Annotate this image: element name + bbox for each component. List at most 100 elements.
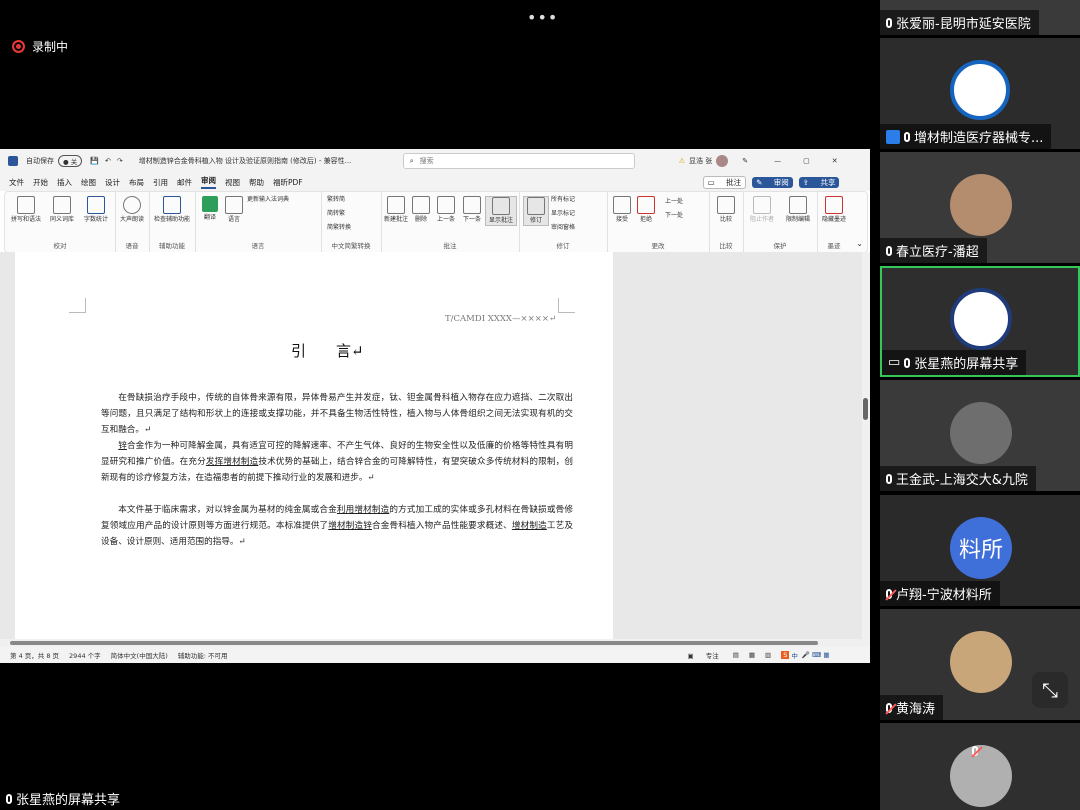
participant-tile[interactable]: 增材制造医疗器械专... — [880, 38, 1080, 149]
restrict-editing-button[interactable]: 限制编辑 — [781, 196, 815, 224]
show-markup-button[interactable]: 显示标记 — [551, 210, 575, 218]
minimize-icon[interactable]: — — [774, 157, 781, 165]
check-accessibility-button[interactable]: 检查辅助功能 — [151, 196, 193, 224]
next-comment-button[interactable]: 下一条 — [459, 196, 485, 224]
page-corner-mark-left — [69, 298, 86, 313]
menu-references[interactable]: 引用 — [153, 177, 168, 188]
language-button[interactable]: 语言 — [223, 196, 245, 224]
trad-to-simp-button[interactable]: 繁转简 — [327, 196, 345, 204]
ime-icon[interactable]: S — [781, 651, 790, 659]
ime-keyboard-icon[interactable]: ⌨ — [812, 651, 821, 659]
participant-tile[interactable] — [880, 723, 1080, 810]
menu-view[interactable]: 视图 — [225, 177, 240, 188]
spelling-grammar-button[interactable]: 拼写和语法 — [9, 196, 43, 224]
comments-button[interactable]: ▭ 批注 — [702, 175, 747, 189]
share-button[interactable]: ⇪ 共享 — [798, 176, 840, 188]
close-icon[interactable]: ✕ — [832, 157, 838, 165]
page-count[interactable]: 第 4 页，共 8 页 — [10, 650, 59, 660]
word-count-button[interactable]: 字数统计 — [81, 196, 111, 224]
show-comments-button[interactable]: 显示批注 — [485, 196, 517, 226]
document-area: T/CAMDI XXXX—××××↵ 引 言↵ 在骨缺损治疗手段中，传统的自体骨… — [0, 252, 862, 639]
menu-home[interactable]: 开始 — [33, 177, 48, 188]
menu-file[interactable]: 文件 — [9, 177, 24, 188]
ime-chinese-icon[interactable]: 中 — [791, 650, 798, 660]
track-changes-button[interactable]: 修订 — [523, 196, 549, 226]
previous-change-button[interactable]: 上一处 — [665, 198, 683, 206]
expand-icon[interactable]: ⤡ — [1032, 672, 1068, 708]
menu-mailings[interactable]: 邮件 — [177, 177, 192, 188]
block-authors-button[interactable]: 阻止作者 — [745, 196, 779, 224]
previous-comment-button[interactable]: 上一条 — [433, 196, 459, 224]
menu-draw[interactable]: 绘图 — [81, 177, 96, 188]
reject-button[interactable]: 拒绝 — [635, 196, 657, 224]
review-mode-button[interactable]: ✎ 审阅 — [752, 176, 793, 188]
doc-title: 增材制造锌合金骨科植入物 设计及验证原则指南 (修改后) - 兼容性... — [138, 157, 352, 165]
horizontal-scroll-thumb[interactable] — [10, 641, 818, 645]
delete-comment-button[interactable]: 删除 — [409, 196, 433, 224]
page-corner-mark-right — [558, 298, 575, 313]
microphone-muted-icon — [972, 741, 978, 760]
simp-to-trad-button[interactable]: 简转繁 — [327, 210, 345, 218]
menu-foxit-pdf[interactable]: 福昕PDF — [273, 177, 303, 188]
next-change-button[interactable]: 下一处 — [665, 212, 683, 220]
participant-tile[interactable]: 王金武-上海交大&九院 — [880, 380, 1080, 491]
simp-trad-convert-button[interactable]: 简繁转换 — [327, 224, 351, 232]
pen-icon[interactable]: ✎ — [742, 157, 748, 165]
avatar[interactable] — [716, 155, 729, 167]
participant-tile[interactable]: 料所 卢翔-宁波材料所 — [880, 495, 1080, 606]
focus-button[interactable]: ▣ 专注 — [688, 650, 719, 660]
compare-button[interactable]: 比较 — [713, 196, 739, 224]
vertical-scrollbar[interactable] — [862, 252, 870, 639]
maximize-icon[interactable]: ▢ — [803, 157, 810, 165]
update-ime-dictionary-button[interactable]: 更新输入法词典 — [247, 196, 319, 204]
vertical-scroll-thumb[interactable] — [863, 398, 868, 420]
heading: 引 言↵ — [291, 342, 364, 360]
translate-button[interactable]: 翻译 — [199, 196, 221, 222]
warning-icon[interactable]: ⚠ — [679, 157, 685, 165]
save-icon[interactable]: 💾 — [90, 157, 99, 165]
avatar — [950, 402, 1012, 464]
hide-ink-button[interactable]: 隐藏墨迹 — [819, 196, 849, 224]
menu-layout[interactable]: 布局 — [129, 177, 144, 188]
ime-mic-icon[interactable]: 🎤 — [802, 651, 810, 659]
horizontal-scrollbar[interactable] — [0, 639, 870, 647]
thesaurus-button[interactable]: 同义词库 — [45, 196, 79, 224]
print-layout-icon[interactable]: ▦ — [749, 651, 755, 659]
web-layout-icon[interactable]: ▥ — [765, 651, 771, 659]
reviewing-pane-button[interactable]: 审阅窗格 — [551, 224, 575, 232]
record-icon — [12, 40, 25, 53]
participant-tile[interactable]: 张爱丽-昆明市延安医院 — [880, 0, 1080, 35]
read-mode-icon[interactable]: ▤ — [733, 651, 739, 659]
menu-insert[interactable]: 插入 — [57, 177, 72, 188]
menu-help[interactable]: 帮助 — [249, 177, 264, 188]
accessibility-status[interactable]: 辅助功能: 不可用 — [178, 650, 228, 660]
undo-icon[interactable]: ↶ — [105, 157, 111, 165]
show-comments-icon — [492, 197, 510, 215]
search-box[interactable]: ⌕ 搜索 — [402, 153, 635, 169]
menu-review[interactable]: 审阅 — [201, 175, 216, 189]
participant-name: 张爱丽-昆明市延安医院 — [880, 10, 1039, 35]
reject-icon — [637, 196, 655, 214]
language-status[interactable]: 简体中文(中国大陆) — [111, 650, 168, 660]
more-options-button[interactable]: ••• — [527, 8, 558, 27]
all-markup-select[interactable]: 所有标记 — [551, 196, 575, 204]
track-changes-icon — [527, 197, 545, 215]
word-count[interactable]: 2944 个字 — [69, 650, 101, 660]
redo-icon[interactable]: ↷ — [117, 157, 123, 165]
accept-button[interactable]: 接受 — [611, 196, 633, 224]
menu-design[interactable]: 设计 — [105, 177, 120, 188]
new-comment-button[interactable]: 新建批注 — [383, 196, 409, 224]
ime-menu-icon[interactable]: ▦ — [823, 651, 829, 659]
participant-tile-active[interactable]: ▭ 张星燕的屏幕共享 — [880, 266, 1080, 377]
read-aloud-button[interactable]: 大声朗读 — [117, 196, 147, 224]
ribbon-group-chinese-conversion: 繁转简 简转繁 简繁转换 中文简繁转换 — [321, 192, 382, 252]
user-label[interactable]: 显浩 张 — [689, 156, 712, 166]
participant-tile[interactable]: 黄海涛 ⤡ — [880, 609, 1080, 720]
document-page[interactable]: T/CAMDI XXXX—××××↵ 引 言↵ 在骨缺损治疗手段中，传统的自体骨… — [15, 252, 613, 639]
menu-bar: 文件 开始 插入 绘图 设计 布局 引用 邮件 审阅 视图 帮助 福昕PDF ▭… — [0, 173, 870, 191]
next-comment-icon — [463, 196, 481, 214]
participant-tile[interactable]: 春立医疗-潘超 — [880, 152, 1080, 263]
collapse-ribbon-icon[interactable]: ⌄ — [856, 239, 863, 248]
autosave-toggle[interactable]: ● 关 — [58, 155, 83, 167]
avatar — [950, 631, 1012, 693]
